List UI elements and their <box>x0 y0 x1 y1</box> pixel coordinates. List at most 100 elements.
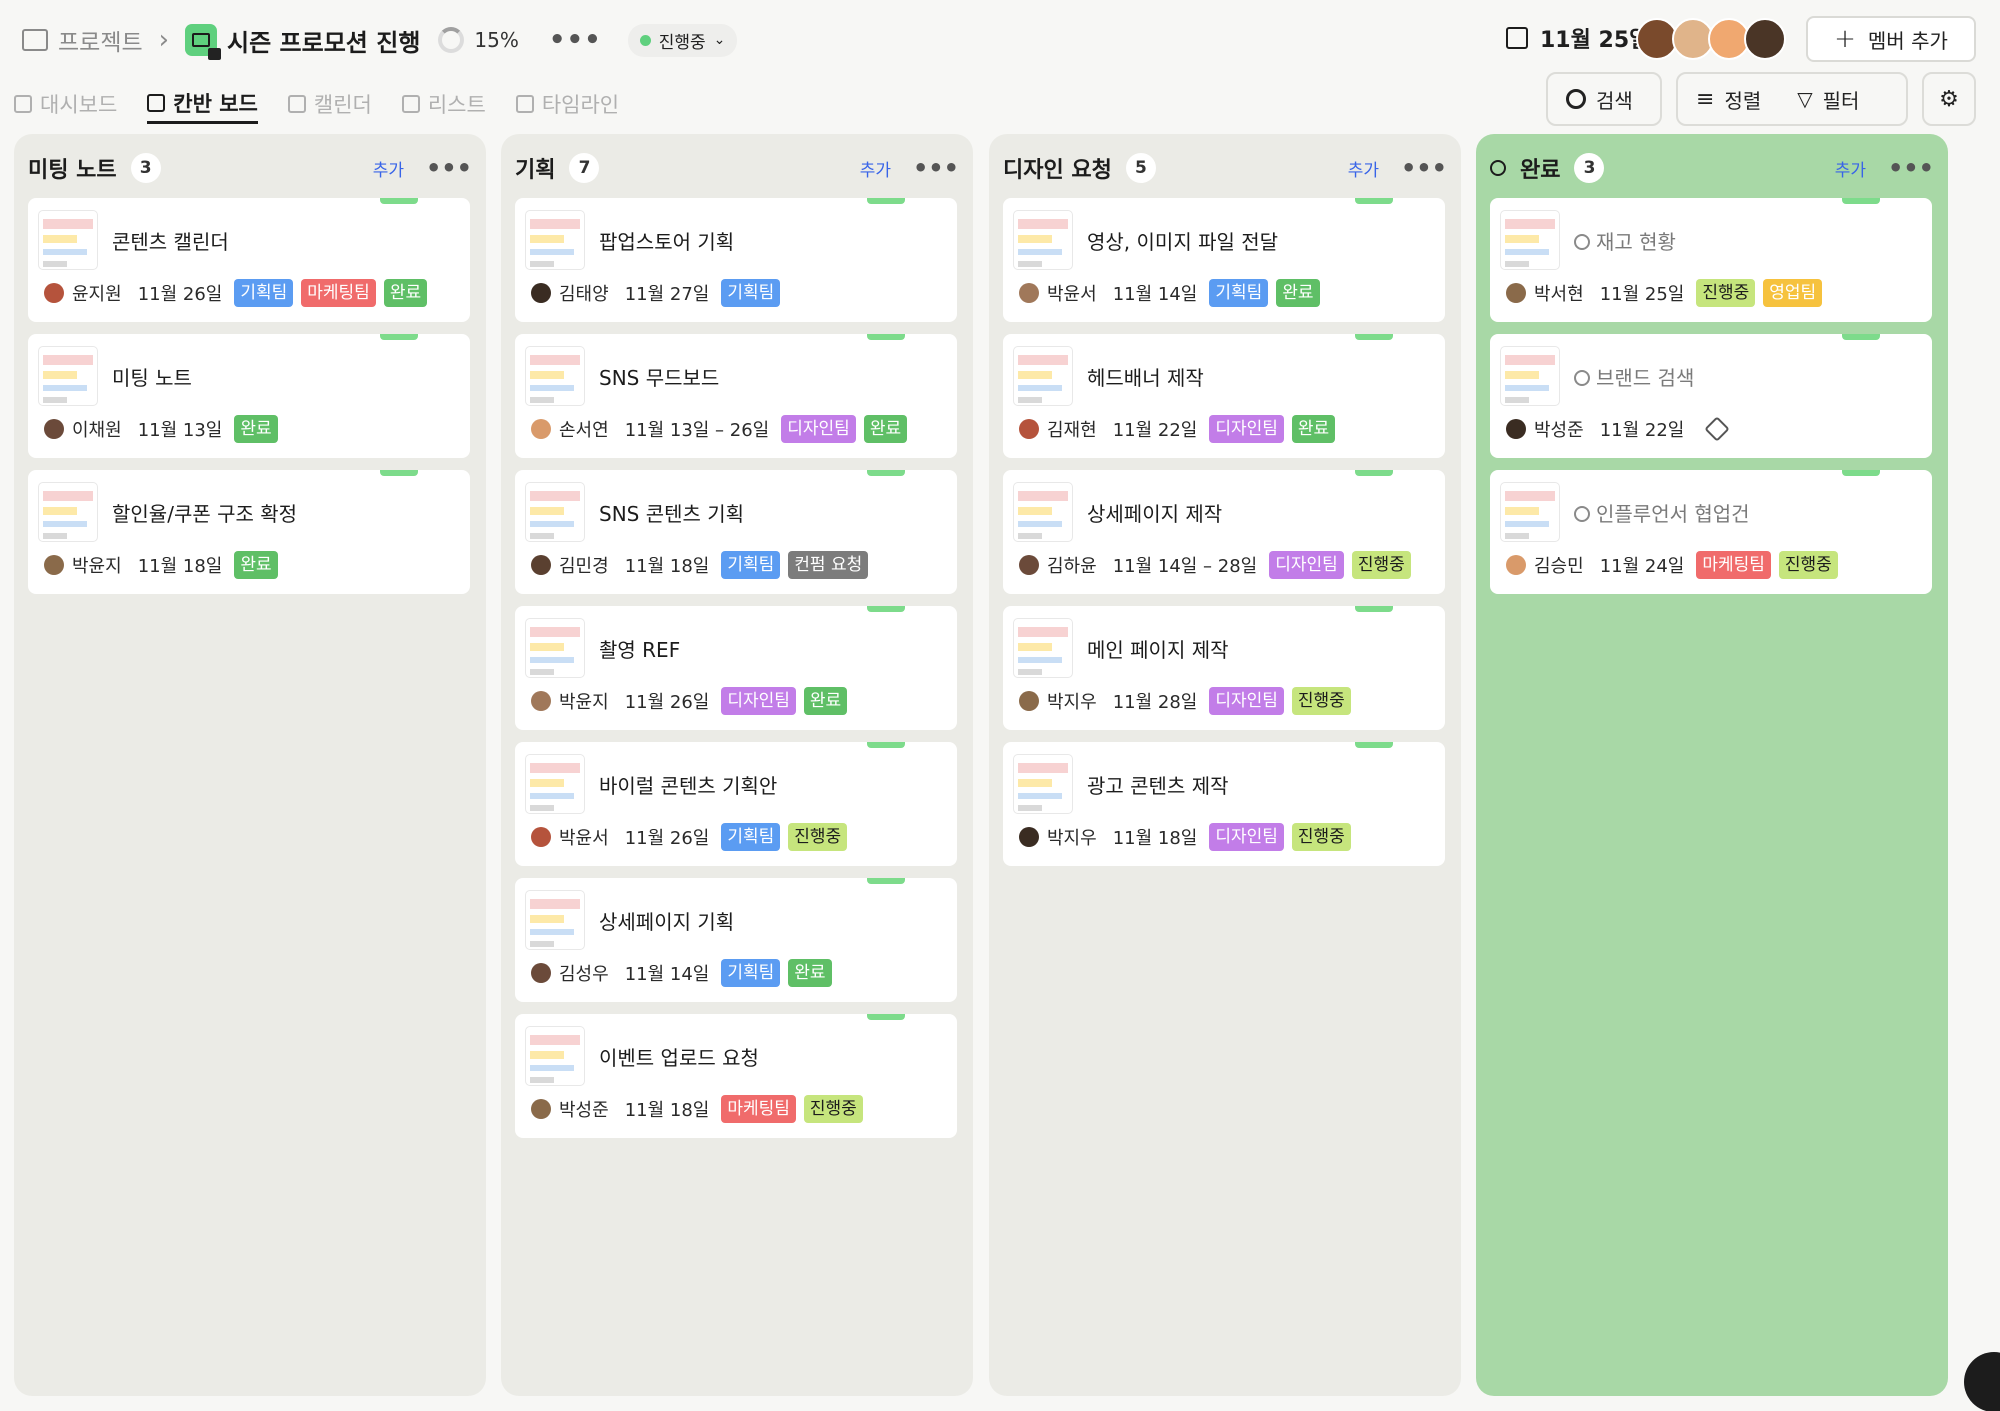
sort-button[interactable]: ≡ 정렬 <box>1678 85 1779 114</box>
card-title[interactable]: 이벤트 업로드 요청 <box>599 1042 759 1071</box>
kanban-card[interactable]: SNS 콘텐츠 기획 김민경 11월 18일 기획팀 컨펌 요청 <box>515 470 957 594</box>
more-icon[interactable]: ••• <box>1401 154 1447 182</box>
breadcrumb-root[interactable]: 프로젝트 <box>58 23 143 57</box>
kanban-card[interactable]: 재고 현황 박서현 11월 25일 진행중 영업팀 <box>1490 198 1932 322</box>
card-tag[interactable]: 진행중 <box>803 1095 863 1123</box>
card-tag[interactable]: 진행중 <box>788 823 848 851</box>
card-title[interactable]: 상세페이지 제작 <box>1087 498 1222 527</box>
column-add-button[interactable]: 추가 <box>860 156 891 181</box>
card-tag[interactable]: 완료 <box>234 415 278 443</box>
add-member-button[interactable]: + 멤버 추가 <box>1806 16 1976 62</box>
column-title[interactable]: 디자인 요청 5 <box>1003 152 1156 184</box>
column-title[interactable]: 완료 3 <box>1490 152 1605 184</box>
more-icon[interactable]: ••• <box>426 154 472 182</box>
card-tag[interactable]: 디자인팀 <box>781 415 856 443</box>
card-tag[interactable]: 완료 <box>788 959 832 987</box>
search-button[interactable]: 검색 <box>1548 85 1651 114</box>
kanban-card[interactable]: 브랜드 검색 박성준 11월 22일 <box>1490 334 1932 458</box>
kanban-card[interactable]: SNS 무드보드 손서연 11월 13일 – 26일 디자인팀 완료 <box>515 334 957 458</box>
card-title[interactable]: 촬영 REF <box>599 634 680 663</box>
tab-4[interactable]: 타임라인 <box>515 84 619 124</box>
card-title[interactable]: SNS 무드보드 <box>599 362 719 391</box>
card-title[interactable]: 재고 현황 <box>1574 226 1676 255</box>
kanban-card[interactable]: 바이럴 콘텐츠 기획안 박윤서 11월 26일 기획팀 진행중 <box>515 742 957 866</box>
card-title[interactable]: 영상, 이미지 파일 전달 <box>1087 226 1278 255</box>
card-title[interactable]: 브랜드 검색 <box>1574 362 1694 391</box>
card-tag[interactable]: 기획팀 <box>721 823 781 851</box>
card-tag[interactable]: 컨펌 요청 <box>788 551 869 579</box>
kanban-card[interactable]: 광고 콘텐츠 제작 박지우 11월 18일 디자인팀 진행중 <box>1003 742 1445 866</box>
card-tag[interactable]: 완료 <box>234 551 278 579</box>
more-icon[interactable]: ••• <box>913 154 959 182</box>
card-tag[interactable]: 진행중 <box>1351 551 1411 579</box>
member-avatars[interactable] <box>1636 18 1786 60</box>
more-icon[interactable]: ••• <box>549 25 602 55</box>
card-tag[interactable]: 진행중 <box>1291 823 1351 851</box>
filter-button[interactable]: ▽ 필터 <box>1779 85 1877 114</box>
kanban-card[interactable]: 촬영 REF 박윤지 11월 26일 디자인팀 완료 <box>515 606 957 730</box>
card-tag[interactable]: 완료 <box>1276 279 1320 307</box>
column-title[interactable]: 미팅 노트 3 <box>28 152 161 184</box>
card-tag[interactable]: 완료 <box>803 687 848 715</box>
more-icon[interactable]: ••• <box>1888 154 1934 182</box>
card-title[interactable]: 바이럴 콘텐츠 기획안 <box>599 770 777 799</box>
card-title[interactable]: SNS 콘텐츠 기획 <box>599 498 744 527</box>
kanban-card[interactable]: 이벤트 업로드 요청 박성준 11월 18일 마케팅팀 진행중 <box>515 1014 957 1138</box>
card-title[interactable]: 할인율/쿠폰 구조 확정 <box>112 498 297 527</box>
column-title[interactable]: 기획 7 <box>515 152 600 184</box>
card-tag[interactable]: 진행중 <box>1291 687 1351 715</box>
date-display[interactable]: 11월 25일 <box>1506 22 1649 54</box>
card-title[interactable]: 광고 콘텐츠 제작 <box>1087 770 1229 799</box>
kanban-card[interactable]: 할인율/쿠폰 구조 확정 박윤지 11월 18일 완료 <box>28 470 470 594</box>
member-avatar[interactable] <box>1744 18 1786 60</box>
card-tag[interactable]: 디자인팀 <box>1209 415 1284 443</box>
card-tag[interactable]: 디자인팀 <box>1209 823 1284 851</box>
card-title[interactable]: 상세페이지 기획 <box>599 906 734 935</box>
kanban-card[interactable]: 인플루언서 협업건 김승민 11월 24일 마케팅팀 진행중 <box>1490 470 1932 594</box>
card-tag[interactable]: 완료 <box>383 279 428 307</box>
kanban-card[interactable]: 헤드배너 제작 김재현 11월 22일 디자인팀 완료 <box>1003 334 1445 458</box>
card-tag[interactable]: 완료 <box>1291 415 1336 443</box>
card-tag[interactable]: 마케팅팀 <box>301 279 376 307</box>
card-title[interactable]: 팝업스토어 기획 <box>599 226 734 255</box>
card-title[interactable]: 인플루언서 협업건 <box>1574 498 1750 527</box>
tab-2[interactable]: 캘린더 <box>287 84 372 124</box>
card-title[interactable]: 메인 페이지 제작 <box>1087 634 1229 663</box>
kanban-card[interactable]: 상세페이지 제작 김하윤 11월 14일 – 28일 디자인팀 진행중 <box>1003 470 1445 594</box>
settings-button[interactable]: ⚙ <box>1922 72 1976 126</box>
kanban-card[interactable]: 미팅 노트 이채원 11월 13일 완료 <box>28 334 470 458</box>
kanban-card[interactable]: 콘텐츠 캘린더 윤지원 11월 26일 기획팀 마케팅팀 완료 <box>28 198 470 322</box>
card-tag[interactable]: 진행중 <box>1696 279 1756 307</box>
card-tag[interactable]: 디자인팀 <box>1209 687 1284 715</box>
card-tag[interactable]: 디자인팀 <box>1269 551 1344 579</box>
kanban-card[interactable]: 팝업스토어 기획 김태양 11월 27일 기획팀 <box>515 198 957 322</box>
card-title[interactable]: 헤드배너 제작 <box>1087 362 1204 391</box>
card-tag[interactable]: 마케팅팀 <box>721 1095 796 1123</box>
chat-launcher[interactable] <box>1964 1352 2000 1411</box>
card-tag[interactable]: 완료 <box>863 415 908 443</box>
column-add-button[interactable]: 추가 <box>1348 156 1379 181</box>
card-title[interactable]: 미팅 노트 <box>112 362 192 391</box>
column-add-button[interactable]: 추가 <box>373 156 404 181</box>
tab-3[interactable]: 리스트 <box>401 84 486 124</box>
status-dropdown[interactable]: 진행중 ⌄ <box>627 23 738 57</box>
kanban-card[interactable]: 상세페이지 기획 김성우 11월 14일 기획팀 완료 <box>515 878 957 1002</box>
kanban-card[interactable]: 메인 페이지 제작 박지우 11월 28일 디자인팀 진행중 <box>1003 606 1445 730</box>
search-box[interactable]: 검색 <box>1546 72 1662 126</box>
page-title[interactable]: 시즌 프로모션 진행 <box>227 23 420 58</box>
column-add-button[interactable]: 추가 <box>1835 156 1866 181</box>
card-tag[interactable]: 기획팀 <box>721 959 781 987</box>
card-tag[interactable]: 기획팀 <box>234 279 294 307</box>
card-tag[interactable]: 기획팀 <box>721 551 781 579</box>
card-tag[interactable]: 기획팀 <box>721 279 781 307</box>
tab-0[interactable]: 대시보드 <box>14 84 117 124</box>
card-tag[interactable]: 디자인팀 <box>721 687 796 715</box>
card-tag[interactable]: 진행중 <box>1778 551 1838 579</box>
tag-icon[interactable] <box>1704 416 1731 442</box>
card-tag[interactable]: 마케팅팀 <box>1696 551 1771 579</box>
card-tag[interactable]: 기획팀 <box>1209 279 1269 307</box>
kanban-card[interactable]: 영상, 이미지 파일 전달 박윤서 11월 14일 기획팀 완료 <box>1003 198 1445 322</box>
card-title[interactable]: 콘텐츠 캘린더 <box>112 226 229 255</box>
card-tag[interactable]: 영업팀 <box>1763 279 1823 307</box>
tab-1[interactable]: 칸반 보드 <box>147 84 258 124</box>
